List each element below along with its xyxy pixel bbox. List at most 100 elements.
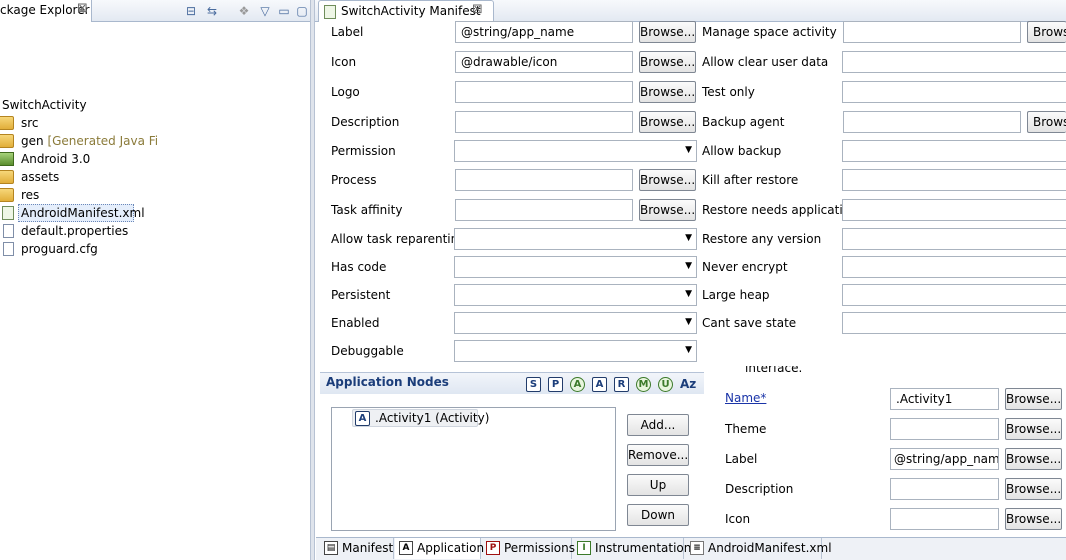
tree-item-gen[interactable]: gen [Generated Java Files] [0,132,200,150]
description-browse-button[interactable]: Browse... [639,111,696,133]
close-icon[interactable]: ⊠ [472,2,483,17]
activity-name-field[interactable]: .Activity1 [890,388,999,410]
test-only-combo[interactable] [842,81,1066,103]
logo-field-label: Logo [331,85,360,99]
never-encrypt-combo[interactable] [842,256,1066,278]
name-link[interactable]: Name* [725,389,766,407]
tree-item-label: default.properties [21,224,129,238]
tab-manifest[interactable]: ▤ Manifest [320,538,394,559]
process-field[interactable] [455,169,633,191]
chevron-down-icon[interactable]: ▽ [257,3,273,19]
large-heap-label: Large heap [702,288,770,302]
tab-application[interactable]: A Application [395,538,484,559]
activity-icon-browse-button[interactable]: Browse... [1005,508,1062,530]
tab-label: AndroidManifest.xml [708,541,832,555]
tree-item-androidmanifest[interactable]: AndroidManifest.xml [0,204,145,222]
cant-save-state-combo[interactable] [842,312,1066,334]
filter-meta-data-icon[interactable]: M [636,377,651,392]
tree-item-android-lib[interactable]: Android 3.0 [0,150,200,168]
task-affinity-browse-button[interactable]: Browse... [639,199,696,221]
filter-uses-library-icon[interactable]: U [658,377,673,392]
description-field[interactable] [455,111,633,133]
tree-item-res[interactable]: res [0,186,200,204]
tree-item-label: SwitchActivity [2,98,87,112]
generated-files-suffix: [Generated Java Files] [47,134,158,148]
application-nodes-title: Application Nodes [326,375,449,389]
persistent-combo[interactable]: ▼ [454,284,697,306]
has-code-label: Has code [331,260,387,274]
tab-androidmanifest-xml[interactable]: ≡ AndroidManifest.xml [686,538,832,559]
minimize-icon[interactable]: ▭ [276,3,292,19]
remove-node-button[interactable]: Remove... [627,444,689,466]
tree-item-assets[interactable]: assets [0,168,200,186]
filter-receivers-icon[interactable]: R [614,377,629,392]
allow-backup-combo[interactable] [842,140,1066,162]
icon-field[interactable]: @drawable/icon [455,51,633,73]
large-heap-combo[interactable] [842,284,1066,306]
allow-task-reparenting-combo[interactable]: ▼ [454,228,697,250]
never-encrypt-label: Never encrypt [702,260,788,274]
name-browse-button[interactable]: Browse... [1005,388,1062,410]
restore-any-version-combo[interactable] [842,228,1066,250]
close-icon[interactable]: ⊠ [77,1,88,16]
move-down-button[interactable]: Down [627,504,689,526]
list-item-activity1[interactable]: A .Activity1 (Activity) [352,409,489,427]
tree-item-label: Android 3.0 [21,152,91,166]
permission-combo[interactable]: ▼ [454,140,697,162]
manage-space-activity-field[interactable] [843,21,1021,43]
filter-activity-alias-icon[interactable]: A [570,377,585,392]
tree-item-label: res [21,188,40,202]
filter-services-icon[interactable]: S [526,377,541,392]
kill-after-restore-combo[interactable] [842,169,1066,191]
collapse-all-icon[interactable]: ⊟ [183,3,199,19]
add-node-button[interactable]: Add... [627,414,689,436]
debuggable-combo[interactable]: ▼ [454,340,697,362]
activity-description-browse-button[interactable]: Browse... [1005,478,1062,500]
activity-label-field[interactable]: @string/app_name [890,448,999,470]
backup-agent-label: Backup agent [702,115,785,129]
panel-splitter[interactable] [310,0,315,560]
theme-field[interactable] [890,418,999,440]
backup-agent-field[interactable] [843,111,1021,133]
tree-item-src[interactable]: src [0,114,200,132]
filter-activities-icon[interactable]: A [592,377,607,392]
move-up-button[interactable]: Up [627,474,689,496]
link-with-editor-icon[interactable]: ⇆ [204,3,220,19]
logo-field[interactable] [455,81,633,103]
tab-switchactivity-manifest[interactable]: SwitchActivity Manifest ⊠ [318,0,494,22]
details-interface-text: interface. [745,366,803,375]
tab-instrumentation[interactable]: I Instrumentation [573,538,691,559]
kill-after-restore-label: Kill after restore [702,173,799,187]
tree-item-label: gen [Generated Java Files] [21,134,158,148]
theme-browse-button[interactable]: Browse... [1005,418,1062,440]
has-code-combo[interactable]: ▼ [454,256,697,278]
activity-description-field[interactable] [890,478,999,500]
icon-browse-button[interactable]: Browse... [639,51,696,73]
backup-agent-browse-button[interactable]: Browse... [1027,111,1066,133]
tab-permissions[interactable]: P Permissions [482,538,575,559]
logo-browse-button[interactable]: Browse... [639,81,696,103]
activity-icon-field[interactable] [890,508,999,530]
restore-needs-application-combo[interactable] [842,199,1066,221]
library-icon [0,152,14,166]
tab-label: Manifest [342,541,394,555]
chevron-down-icon: ▼ [685,289,692,299]
activity-label-browse-button[interactable]: Browse... [1005,448,1062,470]
debuggable-label: Debuggable [331,344,404,358]
enabled-combo[interactable]: ▼ [454,312,697,334]
label-browse-button[interactable]: Browse... [639,21,696,43]
task-affinity-field[interactable] [455,199,633,221]
manage-space-browse-button[interactable]: Browse... [1027,21,1066,43]
maximize-icon[interactable]: ▢ [294,3,310,19]
label-field[interactable]: @string/app_name [455,21,633,43]
view-menu-icon[interactable]: ❖ [236,3,252,19]
filter-providers-icon[interactable]: P [548,377,563,392]
allow-clear-user-data-combo[interactable] [842,51,1066,73]
tab-package-explorer[interactable]: Package Explorer ⊠ [0,0,92,22]
theme-label: Theme [725,422,767,436]
process-browse-button[interactable]: Browse... [639,169,696,191]
tree-item-proguard[interactable]: proguard.cfg [0,240,200,258]
sort-alphabetically-icon[interactable]: Az [680,377,696,391]
tree-item-default-properties[interactable]: default.properties [0,222,200,240]
enabled-label: Enabled [331,316,380,330]
